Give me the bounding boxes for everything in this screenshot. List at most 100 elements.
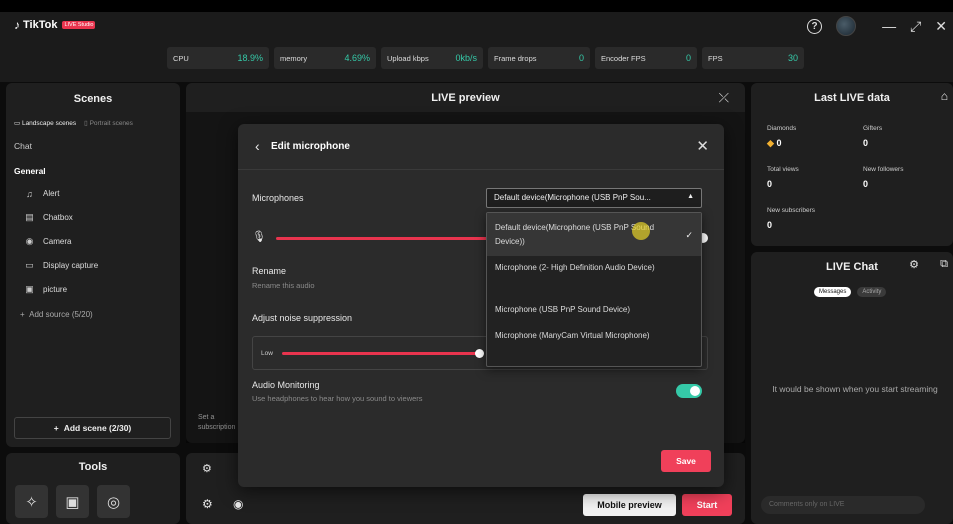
audio-monitoring-sub: Use headphones to hear how you sound to …	[252, 394, 423, 403]
check-icon: ✓	[685, 230, 693, 240]
chat-input[interactable]: Comments only on LIVE	[761, 496, 925, 514]
back-chevron-icon[interactable]: ‹	[255, 138, 260, 154]
effects-button[interactable]: ✧	[15, 485, 48, 518]
scenes-panel: Scenes ▭ Landscape scenes ▯ Portrait sce…	[6, 83, 180, 447]
minimize-icon[interactable]: —	[882, 18, 896, 34]
gear-icon[interactable]: ⚙	[202, 497, 213, 511]
avatar[interactable]	[836, 16, 857, 36]
stat-label: Upload kbps	[387, 53, 429, 63]
settings-sliders-icon[interactable]: ⚙	[202, 462, 212, 475]
metric-new-subscribers: New subscribers 0	[767, 207, 815, 230]
metric-value: 0	[767, 179, 773, 189]
stat-value: 4.69%	[344, 53, 370, 63]
stat-memory: memory 4.69%	[274, 47, 376, 69]
source-picture[interactable]: ▣ picture	[24, 284, 67, 295]
tab-landscape-scenes[interactable]: ▭ Landscape scenes	[14, 119, 76, 127]
rename-sub[interactable]: Rename this audio	[252, 281, 315, 290]
close-icon[interactable]: ✕	[696, 137, 709, 155]
option-label: Microphone (ManyCam Virtual Microphone)	[495, 331, 650, 340]
source-camera[interactable]: ◉ Camera	[24, 236, 72, 247]
microphone-icon: 🎙	[252, 231, 266, 243]
metric-label: New subscribers	[767, 207, 816, 214]
start-button[interactable]: Start	[682, 494, 732, 516]
source-label: picture	[43, 285, 68, 294]
audio-monitoring-toggle[interactable]	[676, 384, 702, 398]
scenes-title: Scenes	[73, 93, 113, 105]
stat-value: 30	[787, 53, 798, 63]
sparkle-icon: ✧	[25, 493, 38, 511]
microphone-select[interactable]: Default device(Microphone (USB PnP Sou..…	[486, 188, 702, 208]
stat-value: 0	[578, 53, 584, 63]
microphone-option[interactable]: Microphone (USB PnP Sound Device)	[487, 303, 701, 317]
microphone-option[interactable]: Microphone (ManyCam Virtual Microphone)	[487, 329, 701, 343]
metric-value: 0	[767, 220, 773, 230]
stat-label: memory	[280, 53, 308, 63]
maximize-icon[interactable]: ⤢	[910, 18, 921, 35]
source-label: Display capture	[43, 261, 99, 270]
stat-value: 0kb/s	[455, 53, 477, 63]
scene-chat[interactable]: Chat	[14, 141, 32, 151]
metric-label: Total views	[767, 166, 799, 173]
target-icon: ◎	[106, 493, 121, 511]
stat-label: FPS	[708, 53, 723, 63]
live-chat-panel: LIVE Chat ⚙ ⧉ Messages Activity It would…	[751, 252, 953, 524]
dialog-header: ‹ Edit microphone ✕	[238, 124, 724, 170]
metric-label: Gifters	[863, 125, 883, 132]
add-source-button[interactable]: + Add source (5/20)	[20, 310, 93, 319]
tab-activity[interactable]: Activity	[857, 287, 887, 297]
chat-settings-icon[interactable]: ⚙	[909, 258, 919, 271]
stat-label: Frame drops	[494, 53, 537, 63]
save-button[interactable]: Save	[661, 450, 711, 472]
option-label: Microphone (USB PnP Sound Device)	[495, 305, 631, 314]
stat-upload: Upload kbps 0kb/s	[381, 47, 483, 69]
window-controls: ? — ⤢ ✕	[807, 16, 947, 36]
tools-title: Tools	[78, 461, 108, 473]
metric-label: New followers	[863, 166, 904, 173]
mobile-preview-button[interactable]: Mobile preview	[583, 494, 676, 516]
home-icon[interactable]: ⌂	[941, 89, 948, 103]
metric-new-followers: New followers 0	[863, 166, 903, 189]
noise-suppression-label: Adjust noise suppression	[252, 313, 353, 323]
tab-label: Landscape scenes	[21, 120, 77, 127]
metric-value: 0	[863, 138, 869, 148]
caret-up-icon: ▲	[687, 193, 694, 200]
source-alert[interactable]: ♫ Alert	[24, 188, 59, 199]
metric-gifters: Gifters 0	[863, 125, 882, 148]
stat-value: 0	[685, 53, 691, 63]
camera-icon: ◉	[25, 236, 34, 246]
chat-icon: ▤	[25, 212, 34, 222]
noise-slider-handle[interactable]	[475, 349, 484, 358]
microphones-label: Microphones	[252, 193, 304, 203]
noise-slider[interactable]	[282, 352, 479, 355]
source-label: Chatbox	[43, 213, 73, 222]
microphone-dropdown: Default device(Microphone (USB PnP Sound…	[486, 212, 702, 367]
microphone-option[interactable]: Default device(Microphone (USB PnP Sound…	[487, 213, 701, 256]
tab-portrait-scenes[interactable]: ▯ Portrait scenes	[84, 119, 133, 127]
video-button[interactable]: ▣	[56, 485, 89, 518]
help-icon[interactable]: ?	[807, 18, 823, 34]
chat-tabs: Messages Activity	[814, 287, 887, 297]
option-label: Microphone (2- High Definition Audio Dev…	[495, 263, 655, 272]
source-display-capture[interactable]: ▭ Display capture	[24, 260, 98, 271]
no-video-icon[interactable]: ⤫	[719, 90, 729, 106]
close-icon[interactable]: ✕	[935, 18, 947, 35]
add-scene-button[interactable]: + Add scene (2/30)	[14, 417, 171, 439]
goal-button[interactable]: ◎	[97, 485, 130, 518]
source-chatbox[interactable]: ▤ Chatbox	[24, 212, 73, 223]
popout-icon[interactable]: ⧉	[940, 258, 948, 271]
volume-slider[interactable]	[276, 237, 488, 240]
stat-encoder-fps: Encoder FPS 0	[595, 47, 697, 69]
microphone-option[interactable]: Microphone (2- High Definition Audio Dev…	[487, 261, 701, 275]
metric-total-views: Total views 0	[767, 166, 799, 189]
add-scene-label: Add scene (2/30)	[63, 423, 132, 433]
stat-label: CPU	[173, 53, 189, 63]
source-label: Alert	[43, 189, 60, 198]
scene-general[interactable]: General	[14, 166, 46, 176]
stat-value: 18.9%	[237, 53, 263, 63]
mouse-cursor-highlight	[632, 222, 650, 240]
tab-messages[interactable]: Messages	[814, 287, 852, 297]
metric-value: 0	[863, 179, 869, 189]
record-icon[interactable]: ◉	[233, 497, 243, 511]
source-label: Camera	[43, 237, 72, 246]
selected-device: Default device(Microphone (USB PnP Sou..…	[494, 193, 651, 202]
